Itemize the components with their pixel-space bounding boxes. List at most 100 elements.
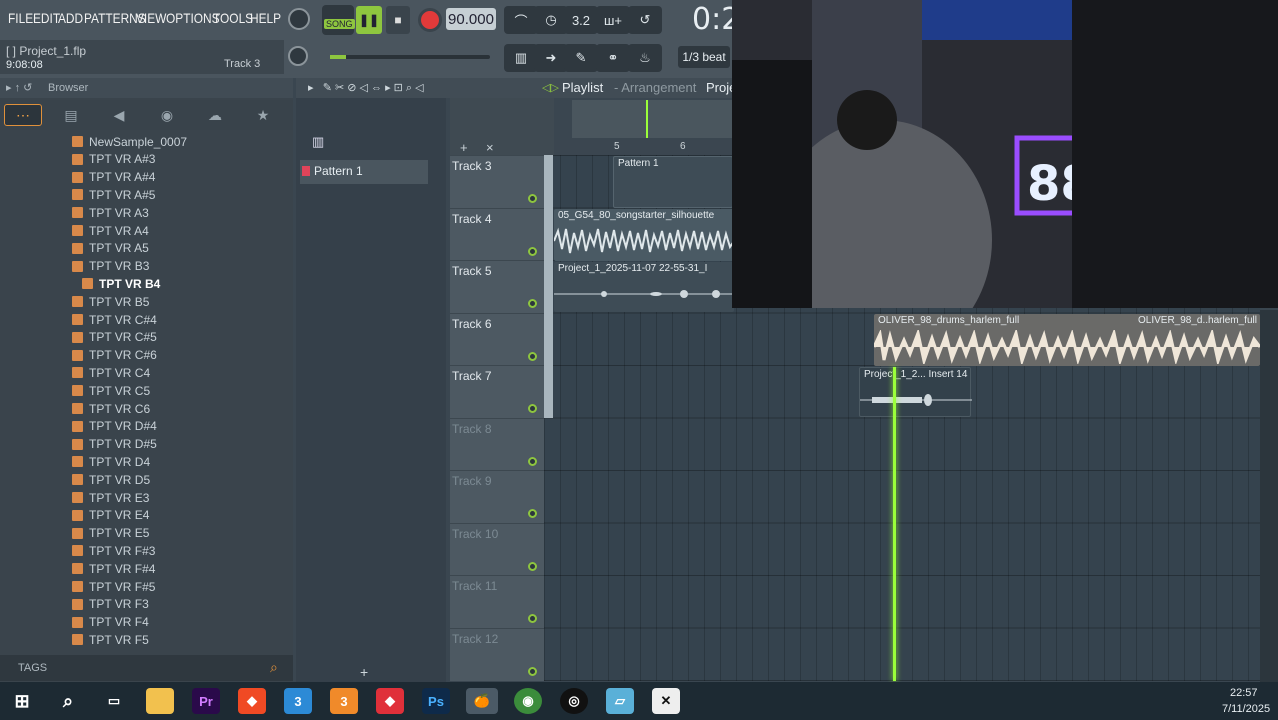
edit-tool-icon[interactable]: ✎ bbox=[564, 44, 598, 72]
stop-button[interactable]: ■ bbox=[386, 6, 410, 34]
clock-time[interactable]: 22:57 bbox=[1230, 687, 1258, 699]
audio-clip-drums[interactable]: OLIVER_98_drums_harlem_full OLIVER_98_d..… bbox=[874, 314, 1260, 366]
track-mute-indicator[interactable] bbox=[528, 404, 537, 413]
anydesk-icon[interactable]: ◆ bbox=[376, 688, 404, 714]
track-header[interactable]: Track 12 bbox=[450, 627, 544, 680]
file-item[interactable]: TPT VR A3 bbox=[72, 204, 149, 221]
track-mute-indicator[interactable] bbox=[528, 351, 537, 361]
track-header[interactable]: Track 6 bbox=[450, 312, 544, 365]
file-item[interactable]: TPT VR F#3 bbox=[72, 542, 155, 559]
file-item[interactable]: TPT VR A#3 bbox=[72, 151, 155, 168]
photoshop-icon[interactable]: Ps bbox=[422, 688, 450, 714]
file-item[interactable]: TPT VR B4 bbox=[82, 275, 160, 292]
pattern-item[interactable]: Pattern 1 bbox=[300, 160, 428, 184]
menu-tools[interactable]: TOOLS bbox=[213, 10, 253, 26]
close-icon[interactable]: × bbox=[486, 140, 494, 155]
file-item[interactable]: TPT VR C5 bbox=[72, 382, 150, 399]
files-icon[interactable]: ▤ bbox=[52, 104, 90, 126]
add-track-icon[interactable]: + bbox=[460, 140, 468, 155]
app-3-icon[interactable]: 3 bbox=[284, 688, 312, 714]
song-pattern-toggle[interactable]: SONG bbox=[322, 5, 355, 35]
arrow-tool-icon[interactable]: ➜ bbox=[534, 44, 568, 72]
search-icon[interactable]: ⌕ bbox=[54, 688, 82, 714]
track-mute-indicator[interactable] bbox=[528, 666, 537, 676]
file-item[interactable]: TPT VR B5 bbox=[72, 293, 149, 310]
task-view-icon[interactable]: ▭ bbox=[100, 688, 128, 714]
track-mute-indicator[interactable] bbox=[528, 509, 537, 518]
cloud-icon[interactable]: ☁ bbox=[196, 104, 234, 126]
file-item[interactable]: TPT VR D5 bbox=[72, 471, 150, 488]
file-item[interactable]: TPT VR E5 bbox=[72, 525, 149, 542]
timeline-ruler[interactable]: 56 bbox=[554, 140, 734, 155]
file-item[interactable]: TPT VR A#4 bbox=[72, 169, 155, 186]
plugins-icon[interactable]: ◀ bbox=[100, 104, 138, 126]
file-item[interactable]: TPT VR A4 bbox=[72, 222, 149, 239]
browser-nav-icons[interactable]: ▸ ↑ ↺ bbox=[6, 81, 32, 94]
pause-button[interactable]: ❚❚ bbox=[356, 6, 382, 34]
file-item[interactable]: TPT VR C#4 bbox=[72, 311, 157, 328]
track-mute-indicator[interactable] bbox=[528, 299, 537, 308]
track-mute-indicator[interactable] bbox=[528, 246, 537, 256]
pattern-clip[interactable]: Pattern 1 bbox=[613, 156, 733, 208]
plugin-icon[interactable]: ♨ bbox=[628, 44, 662, 72]
menu-options[interactable]: OPTIONS bbox=[166, 10, 220, 26]
favorites-icon[interactable]: ★ bbox=[244, 104, 282, 126]
search-icon[interactable]: ⌕ bbox=[270, 659, 278, 676]
piano-roll-icon[interactable]: ▥ bbox=[504, 44, 538, 72]
track-header[interactable]: Track 11 bbox=[450, 575, 544, 627]
master-volume-slider[interactable] bbox=[330, 55, 490, 59]
file-item[interactable]: TPT VR F3 bbox=[72, 596, 149, 613]
file-item[interactable]: TPT VR E3 bbox=[72, 489, 149, 506]
vertical-scrollbar[interactable] bbox=[1260, 310, 1278, 682]
brave-icon[interactable]: ◆ bbox=[238, 688, 266, 714]
track-mute-indicator[interactable] bbox=[528, 614, 537, 623]
menu-help[interactable]: HELP bbox=[250, 10, 281, 26]
file-item[interactable]: TPT VR C#5 bbox=[72, 329, 157, 346]
menu-edit[interactable]: EDIT bbox=[33, 10, 60, 26]
add-pattern-button[interactable]: + bbox=[360, 664, 368, 680]
file-item[interactable]: TPT VR F4 bbox=[72, 614, 149, 631]
file-item[interactable]: TPT VR E4 bbox=[72, 507, 149, 524]
file-item[interactable]: TPT VR A5 bbox=[72, 240, 149, 257]
menu-view[interactable]: VIEW bbox=[136, 10, 166, 26]
premiere-icon[interactable]: Pr bbox=[192, 688, 220, 714]
track-header[interactable]: Track 8 bbox=[450, 417, 544, 470]
metronome-icon[interactable]: ⌒ bbox=[504, 6, 538, 34]
file-explorer-icon[interactable] bbox=[146, 688, 174, 714]
file-item[interactable]: TPT VR C#6 bbox=[72, 347, 157, 364]
file-item[interactable]: TPT VR F5 bbox=[72, 631, 149, 648]
track-mute-indicator[interactable] bbox=[528, 194, 537, 203]
capcut-icon[interactable]: ✕ bbox=[652, 688, 680, 714]
file-item[interactable]: TPT VR C6 bbox=[72, 400, 150, 417]
track-header[interactable]: Track 7 bbox=[450, 365, 544, 417]
menu-file[interactable]: FILE bbox=[8, 10, 33, 26]
snap-selector[interactable]: 1/3 beat bbox=[678, 46, 730, 68]
tempo-display[interactable]: 90.000 bbox=[446, 8, 496, 30]
web-icon[interactable]: ◉ bbox=[148, 104, 186, 126]
file-item[interactable]: TPT VR F#4 bbox=[72, 560, 155, 577]
playhead[interactable] bbox=[893, 367, 896, 681]
track-header[interactable]: Track 4 bbox=[450, 207, 544, 260]
loop-record-icon[interactable]: ↺ bbox=[628, 6, 662, 34]
master-volume-knob[interactable] bbox=[288, 8, 310, 30]
file-item[interactable]: NewSample_0007 bbox=[72, 133, 187, 150]
record-button[interactable] bbox=[418, 8, 442, 32]
track-mute-indicator[interactable] bbox=[528, 561, 537, 571]
file-item[interactable]: TPT VR F#5 bbox=[72, 578, 155, 595]
obs-icon[interactable]: ◎ bbox=[560, 688, 588, 714]
overview-scroll[interactable] bbox=[572, 100, 732, 138]
track-header[interactable]: Track 5 bbox=[450, 260, 544, 312]
countdown-icon[interactable]: 3.2 bbox=[564, 6, 598, 34]
app-3b-icon[interactable]: 3 bbox=[330, 688, 358, 714]
notes-icon[interactable]: ▱ bbox=[606, 688, 634, 714]
playlist-tools-icons[interactable]: ▸ ✎ ✂ ⊘ ◁ ⇔ ▸ ⊡ ⌕ ◁ bbox=[308, 81, 424, 95]
master-pitch-knob[interactable] bbox=[288, 46, 308, 66]
step-edit-icon[interactable]: ш+ bbox=[596, 6, 630, 34]
all-files-icon[interactable]: ⋯ bbox=[4, 104, 42, 126]
file-item[interactable]: TPT VR D4 bbox=[72, 453, 150, 470]
menu-add[interactable]: ADD bbox=[58, 10, 83, 26]
file-item[interactable]: TPT VR B3 bbox=[72, 258, 149, 275]
tags-bar[interactable]: TAGS ⌕ bbox=[0, 655, 293, 681]
windows-start-icon[interactable]: ⊞ bbox=[8, 688, 36, 714]
file-item[interactable]: TPT VR A#5 bbox=[72, 186, 155, 203]
